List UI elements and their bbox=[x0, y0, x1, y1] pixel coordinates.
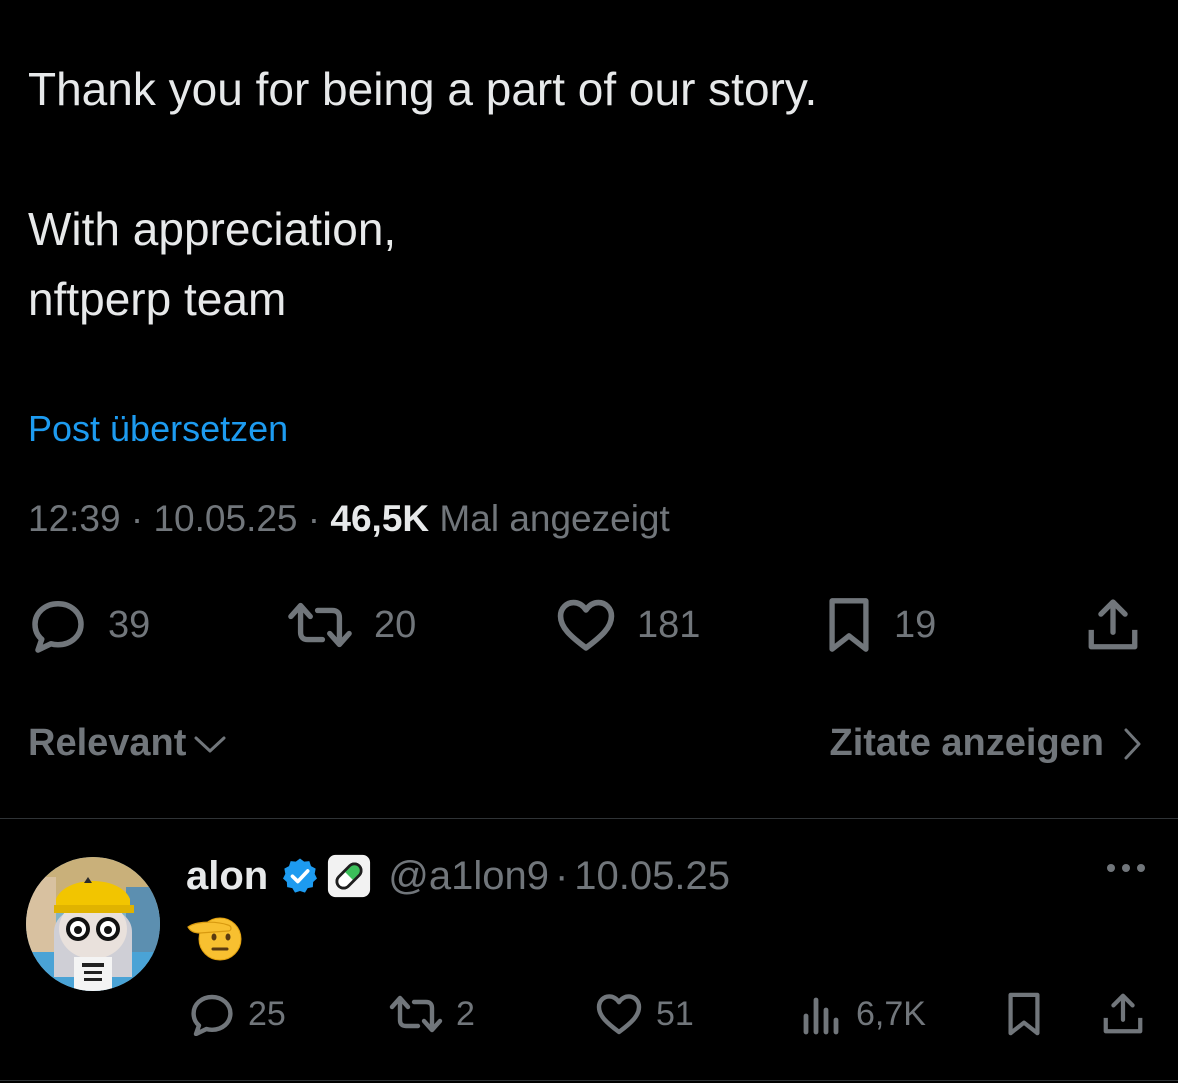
repost-icon bbox=[389, 995, 443, 1033]
repost-icon bbox=[288, 602, 352, 648]
more-options-icon[interactable] bbox=[1104, 861, 1148, 880]
sort-label: Relevant bbox=[28, 722, 187, 764]
post-text: Thank you for being a part of our story.… bbox=[28, 54, 1148, 334]
reply-button[interactable]: 39 bbox=[28, 595, 150, 655]
post-actions: 39 20 181 19 bbox=[0, 595, 1178, 655]
post-line: Thank you for being a part of our story. bbox=[28, 63, 818, 115]
reply-repost-count: 2 bbox=[456, 994, 475, 1033]
reply-views-button[interactable]: 6,7K bbox=[800, 989, 926, 1039]
separator-dot: · bbox=[554, 853, 569, 898]
sort-dropdown[interactable]: Relevant bbox=[28, 722, 228, 765]
reply-count: 39 bbox=[108, 603, 151, 646]
reply-date: 10.05.25 bbox=[574, 853, 730, 898]
share-icon bbox=[1088, 599, 1138, 650]
post-line: With appreciation, bbox=[28, 203, 397, 255]
post-line: nftperp team bbox=[28, 273, 287, 325]
share-button[interactable] bbox=[1084, 595, 1142, 655]
view-quotes-label: Zitate anzeigen bbox=[829, 722, 1105, 764]
views-count: 46,5K bbox=[330, 498, 430, 539]
reply-repost-button[interactable]: 2 bbox=[388, 989, 475, 1039]
views-label: Mal angezeigt bbox=[439, 498, 670, 539]
reply-author-handle[interactable]: @a1lon9 bbox=[388, 854, 549, 899]
bookmark-count: 19 bbox=[894, 603, 937, 646]
reply-header: alon @a1lon9 · 10.05.25 bbox=[186, 851, 730, 901]
bookmark-icon bbox=[1008, 992, 1040, 1036]
share-icon bbox=[1103, 993, 1143, 1034]
avatar[interactable] bbox=[26, 857, 160, 991]
reply-icon bbox=[191, 994, 233, 1036]
reply-author-name[interactable]: alon bbox=[186, 854, 268, 899]
reply-reply-count: 25 bbox=[248, 994, 286, 1033]
post-time: 12:39 bbox=[28, 498, 121, 539]
pill-badge-icon bbox=[328, 854, 371, 898]
separator-dot: · bbox=[307, 498, 331, 539]
bookmark-icon bbox=[829, 598, 869, 652]
reply-share-button[interactable] bbox=[1100, 989, 1146, 1039]
post-meta: 12:39 · 10.05.25 · 46,5K Mal angezeigt bbox=[28, 498, 670, 540]
reply-like-count: 51 bbox=[656, 994, 694, 1033]
heart-icon bbox=[557, 599, 615, 651]
post-date: 10.05.25 bbox=[153, 498, 298, 539]
divider bbox=[0, 1080, 1178, 1081]
chevron-down-icon bbox=[194, 736, 226, 752]
repost-count: 20 bbox=[374, 603, 417, 646]
translate-post-link[interactable]: Post übersetzen bbox=[28, 408, 288, 450]
reply-actions: 25 2 51 6,7K bbox=[0, 989, 1178, 1039]
reply-bookmark-button[interactable] bbox=[1004, 989, 1044, 1039]
reply-post[interactable]: alon @a1lon9 · 10.05.25 🫡 25 2 bbox=[0, 819, 1178, 1083]
saluting-face-emoji bbox=[187, 917, 242, 961]
like-button[interactable]: 181 bbox=[555, 595, 700, 655]
post-line bbox=[28, 124, 1148, 194]
reply-icon bbox=[32, 601, 84, 653]
bookmark-button[interactable]: 19 bbox=[824, 595, 936, 655]
reply-like-button[interactable]: 51 bbox=[594, 989, 694, 1039]
reply-reply-button[interactable]: 25 bbox=[188, 989, 286, 1039]
reply-text: 🫡 bbox=[186, 915, 246, 968]
views-chart-icon bbox=[803, 997, 839, 1035]
reply-views-count: 6,7K bbox=[856, 994, 926, 1033]
view-quotes-link[interactable]: Zitate anzeigen bbox=[830, 722, 1145, 765]
verified-badge-icon bbox=[283, 858, 318, 893]
chevron-right-icon bbox=[1124, 728, 1141, 759]
separator-dot: · bbox=[130, 498, 154, 539]
repost-button[interactable]: 20 bbox=[286, 595, 416, 655]
like-count: 181 bbox=[637, 603, 701, 646]
heart-icon bbox=[596, 994, 642, 1035]
